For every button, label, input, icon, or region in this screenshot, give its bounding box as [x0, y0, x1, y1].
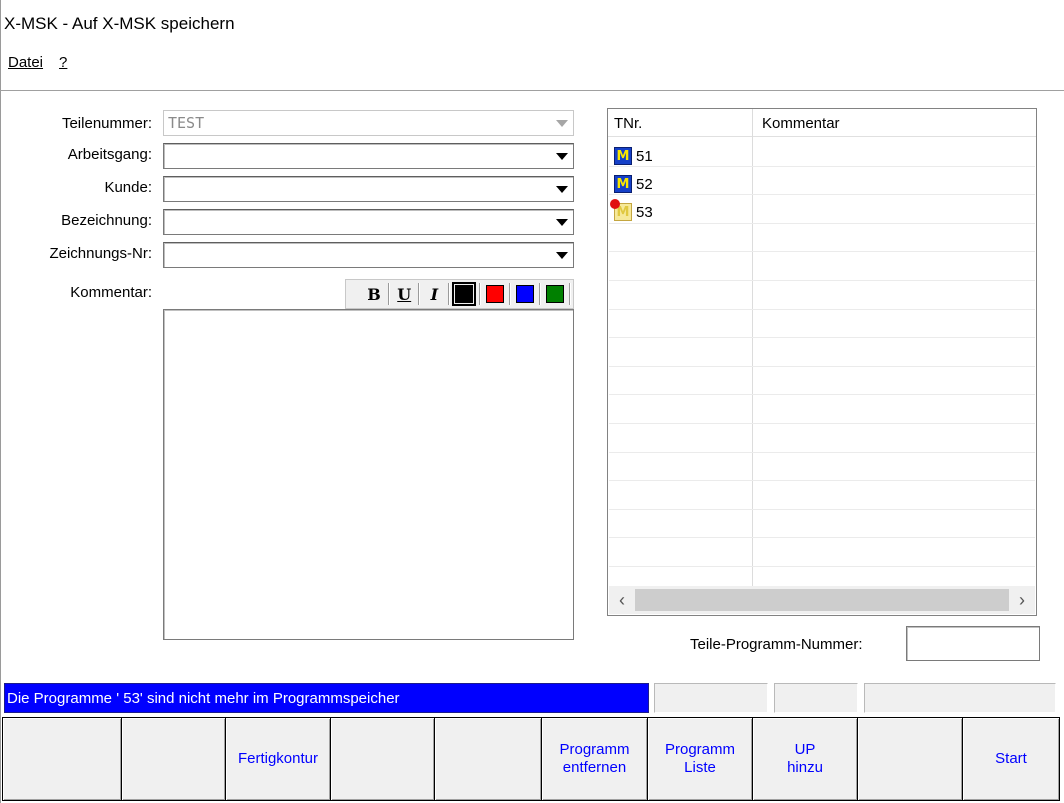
toolbar-separator — [568, 283, 571, 305]
column-header-kommentar[interactable]: Kommentar — [762, 115, 840, 132]
missing-marker-icon — [610, 199, 620, 209]
toolbar-separator — [388, 283, 391, 305]
column-divider — [752, 109, 753, 589]
color-black-button[interactable] — [452, 282, 477, 306]
softkey-2[interactable] — [121, 717, 226, 801]
softkey-programm-entfernen[interactable]: Programm entfernen — [541, 717, 648, 801]
grid-line — [609, 480, 1035, 482]
format-toolbar: B U I — [345, 279, 574, 309]
status-message: Die Programme ' 53' sind nicht mehr im P… — [4, 683, 649, 713]
m-program-icon: M — [614, 147, 632, 165]
arbeitsgang-label: Arbeitsgang: — [67, 146, 152, 163]
menu-bar: Datei ? — [0, 54, 75, 80]
list-item[interactable]: M 53 — [610, 198, 653, 226]
list-item-tnr: 52 — [636, 175, 653, 193]
list-header: TNr. Kommentar — [608, 109, 1036, 137]
program-list[interactable]: TNr. Kommentar M 51 M 52 M 53 ‹ › — [607, 108, 1037, 616]
softkey-start[interactable]: Start — [962, 717, 1060, 801]
status-pane — [654, 683, 768, 713]
color-swatch — [515, 285, 534, 303]
grid-line — [609, 394, 1035, 396]
bold-button[interactable]: B — [364, 284, 384, 305]
list-item[interactable]: M 51 — [614, 142, 653, 170]
softkey-1[interactable] — [2, 717, 122, 801]
grid-line — [609, 308, 1035, 310]
teile-programm-input[interactable] — [906, 626, 1040, 661]
list-item-tnr: 53 — [636, 203, 653, 221]
toolbar-separator — [538, 283, 541, 305]
bezeichnung-label: Bezeichnung: — [61, 212, 152, 229]
m-program-missing-icon: M — [610, 199, 632, 221]
teilenummer-label: Teilenummer: — [61, 115, 152, 132]
chevron-down-icon[interactable] — [553, 245, 571, 265]
softkey-up-hinzu[interactable]: UP hinzu — [752, 717, 858, 801]
grid-line — [609, 451, 1035, 453]
grid-line — [609, 508, 1035, 510]
grid-line — [609, 251, 1035, 253]
grid-line — [609, 566, 1035, 567]
color-swatch — [485, 285, 504, 303]
grid-line — [609, 222, 1035, 224]
toolbar-separator — [508, 283, 511, 305]
grid-line — [609, 423, 1035, 424]
menu-datei[interactable]: Datei — [0, 54, 51, 80]
scroll-right-icon[interactable]: › — [1009, 590, 1035, 611]
teile-programm-label: Teile-Programm-Nummer: — [690, 636, 863, 653]
kunde-label: Kunde: — [104, 179, 152, 196]
underline-button[interactable]: U — [394, 284, 414, 305]
scrollbar-thumb[interactable] — [635, 589, 1009, 611]
list-item[interactable]: M 52 — [614, 170, 653, 198]
italic-button[interactable]: I — [424, 284, 444, 305]
softkey-fertigkontur[interactable]: Fertigkontur — [225, 717, 331, 801]
grid-line — [609, 337, 1035, 339]
column-header-tnr[interactable]: TNr. — [614, 115, 642, 132]
color-green-button[interactable] — [545, 284, 565, 305]
color-red-button[interactable] — [485, 284, 505, 305]
toolbar-separator — [418, 283, 421, 305]
chevron-down-icon[interactable] — [553, 212, 571, 232]
list-item-tnr: 51 — [636, 147, 653, 165]
color-swatch — [452, 282, 477, 306]
m-program-icon: M — [614, 175, 632, 193]
toolbar-separator — [478, 283, 481, 305]
teilenummer-value: TEST — [168, 114, 205, 132]
status-pane — [864, 683, 1056, 713]
menu-help[interactable]: ? — [51, 54, 75, 80]
chevron-down-icon[interactable] — [553, 146, 571, 166]
softkey-4[interactable] — [330, 717, 435, 801]
scroll-left-icon[interactable]: ‹ — [609, 590, 635, 611]
chevron-down-icon[interactable] — [553, 179, 571, 199]
grid-line — [609, 365, 1035, 367]
teilenummer-combo: TEST — [163, 110, 574, 136]
kommentar-label: Kommentar: — [70, 284, 152, 301]
toolbar-separator — [448, 283, 451, 305]
kommentar-textarea[interactable] — [163, 309, 574, 640]
softkey-5[interactable] — [434, 717, 542, 801]
color-blue-button[interactable] — [515, 284, 535, 305]
chevron-down-icon — [553, 113, 571, 133]
menu-separator — [0, 90, 1064, 91]
grid-line — [609, 165, 1035, 167]
grid-line — [609, 537, 1035, 539]
arbeitsgang-combo[interactable] — [163, 143, 574, 169]
status-pane — [774, 683, 858, 713]
horizontal-scrollbar[interactable]: ‹ › — [609, 586, 1035, 614]
bezeichnung-combo[interactable] — [163, 209, 574, 235]
kunde-combo[interactable] — [163, 176, 574, 202]
color-swatch — [545, 285, 564, 303]
grid-line — [609, 280, 1035, 281]
zeichnungsnr-label: Zeichnungs-Nr: — [49, 245, 152, 262]
softkey-bar: Fertigkontur Programm entfernen Programm… — [2, 717, 1060, 801]
softkey-programm-liste[interactable]: Programm Liste — [647, 717, 753, 801]
zeichnungsnr-combo[interactable] — [163, 242, 574, 268]
window-title: X-MSK - Auf X-MSK speichern — [4, 14, 235, 33]
grid-line — [609, 194, 1035, 196]
softkey-9[interactable] — [857, 717, 963, 801]
